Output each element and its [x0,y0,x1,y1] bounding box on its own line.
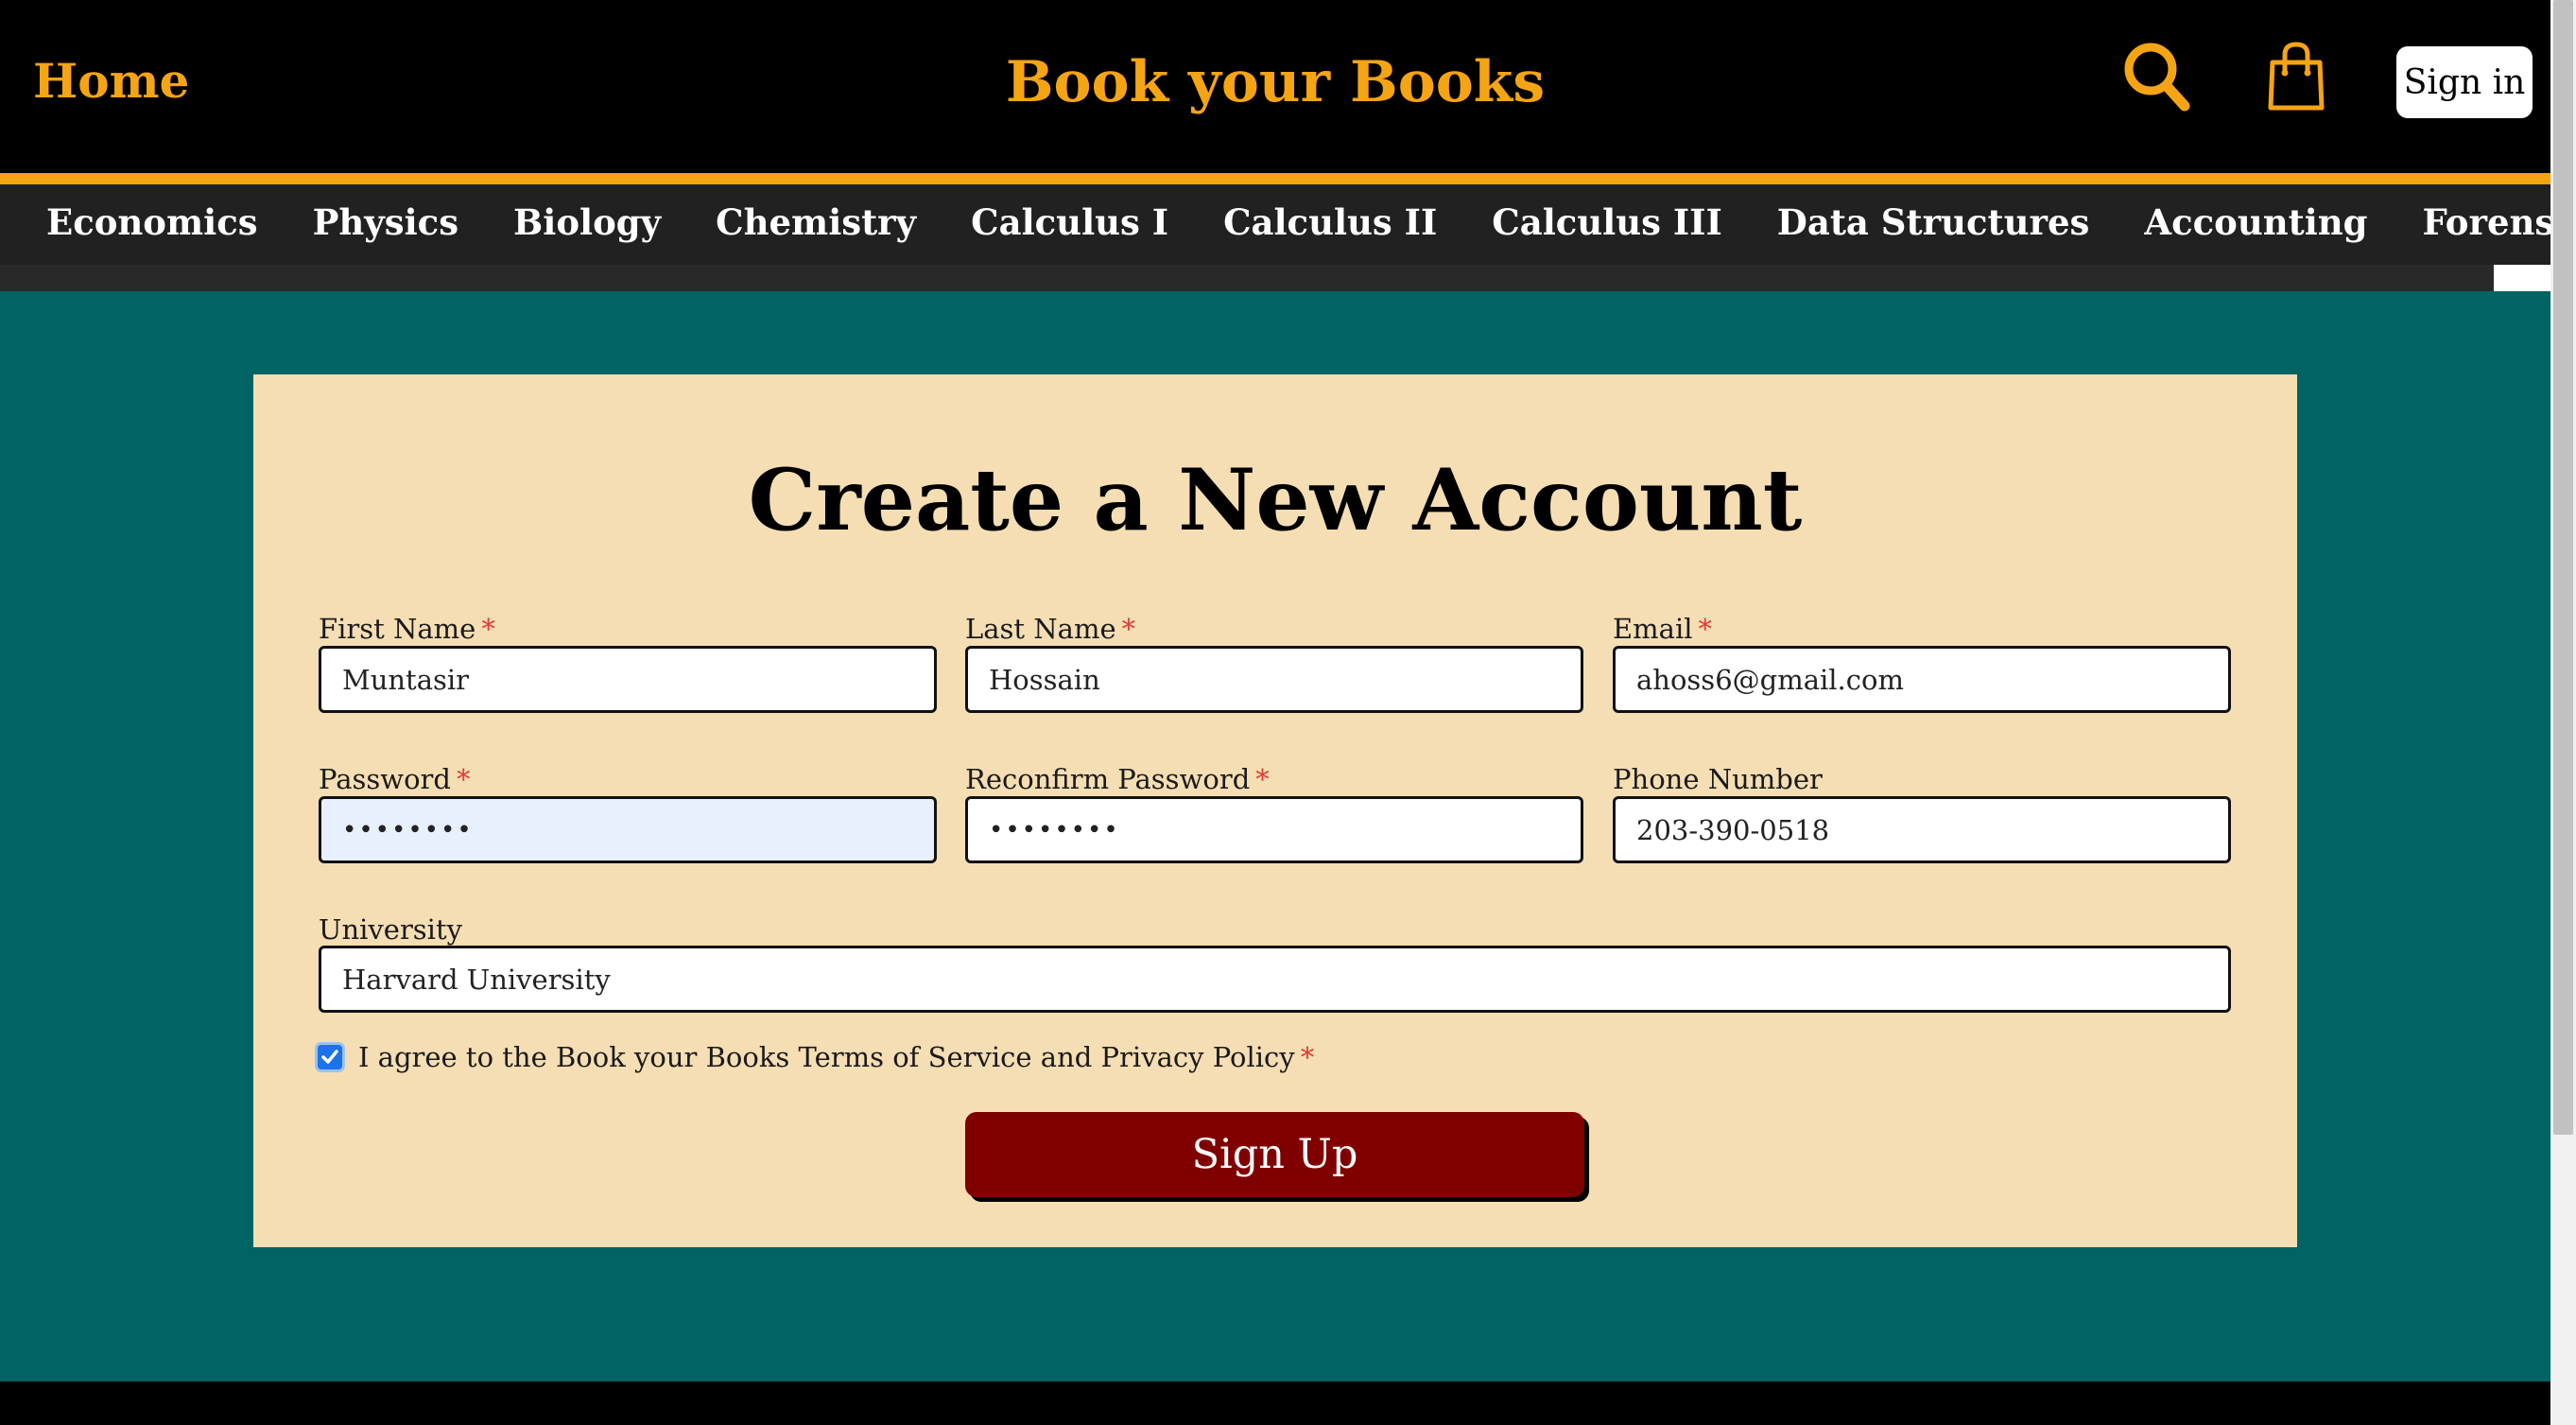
category-calculus-2[interactable]: Calculus II [1223,201,1437,243]
checkmark-icon [321,1050,338,1064]
search-button[interactable] [2122,40,2190,112]
form-title: Create a New Account [748,450,1803,550]
top-header: Home Book your Books Sign in [0,0,2550,173]
terms-row: I agree to the Book your Books Terms of … [315,1041,1314,1073]
category-calculus-3[interactable]: Calculus III [1492,201,1722,243]
last-name-input[interactable] [965,646,1583,713]
page: Home Book your Books Sign in Economics P… [0,0,2576,1425]
main-content: Create a New Account First Name* Last Na… [0,291,2550,1382]
sign-up-button[interactable]: Sign Up [965,1112,1584,1197]
first-name-input[interactable] [319,646,937,713]
category-chemistry[interactable]: Chemistry [716,201,916,243]
required-marker: * [1300,1041,1315,1073]
shopping-bag-icon [2268,42,2325,111]
search-icon [2124,43,2190,112]
reconfirm-password-input[interactable] [965,796,1583,863]
category-nav-scrollbar[interactable] [0,265,2550,291]
category-physics[interactable]: Physics [313,201,458,243]
university-label: University [319,913,462,946]
first-name-label: First Name * [319,613,495,645]
category-economics[interactable]: Economics [46,201,258,243]
required-marker: * [456,763,471,795]
sign-in-button[interactable]: Sign in [2396,46,2533,118]
terms-checkbox[interactable] [315,1042,345,1072]
category-list: Economics Physics Biology Chemistry Calc… [46,201,2550,243]
phone-label: Phone Number [1613,763,1823,795]
terms-label: I agree to the Book your Books Terms of … [358,1041,1315,1073]
category-forensic-science[interactable]: Forensic Science [2423,201,2550,243]
password-input[interactable] [319,796,937,863]
category-nav-scroll-thumb[interactable] [2494,265,2550,291]
password-label: Password * [319,763,471,795]
category-data-structures[interactable]: Data Structures [1777,201,2090,243]
required-marker: * [481,613,495,645]
email-label: Email * [1613,613,1713,645]
reconfirm-password-label: Reconfirm Password * [965,763,1270,795]
required-marker: * [1255,763,1270,795]
university-input[interactable] [319,946,2231,1013]
cart-button[interactable] [2267,42,2325,112]
signup-card: Create a New Account First Name* Last Na… [253,374,2297,1247]
required-marker: * [1698,613,1713,645]
email-input[interactable] [1613,646,2231,713]
page-scroll-thumb[interactable] [2553,0,2573,1135]
category-nav: Economics Physics Biology Chemistry Calc… [0,184,2550,265]
required-marker: * [1121,613,1136,645]
last-name-label: Last Name * [965,613,1136,645]
category-calculus-1[interactable]: Calculus I [971,201,1168,243]
category-accounting[interactable]: Accounting [2144,201,2367,243]
header-divider [0,173,2550,184]
phone-input[interactable] [1613,796,2231,863]
category-biology[interactable]: Biology [513,201,661,243]
